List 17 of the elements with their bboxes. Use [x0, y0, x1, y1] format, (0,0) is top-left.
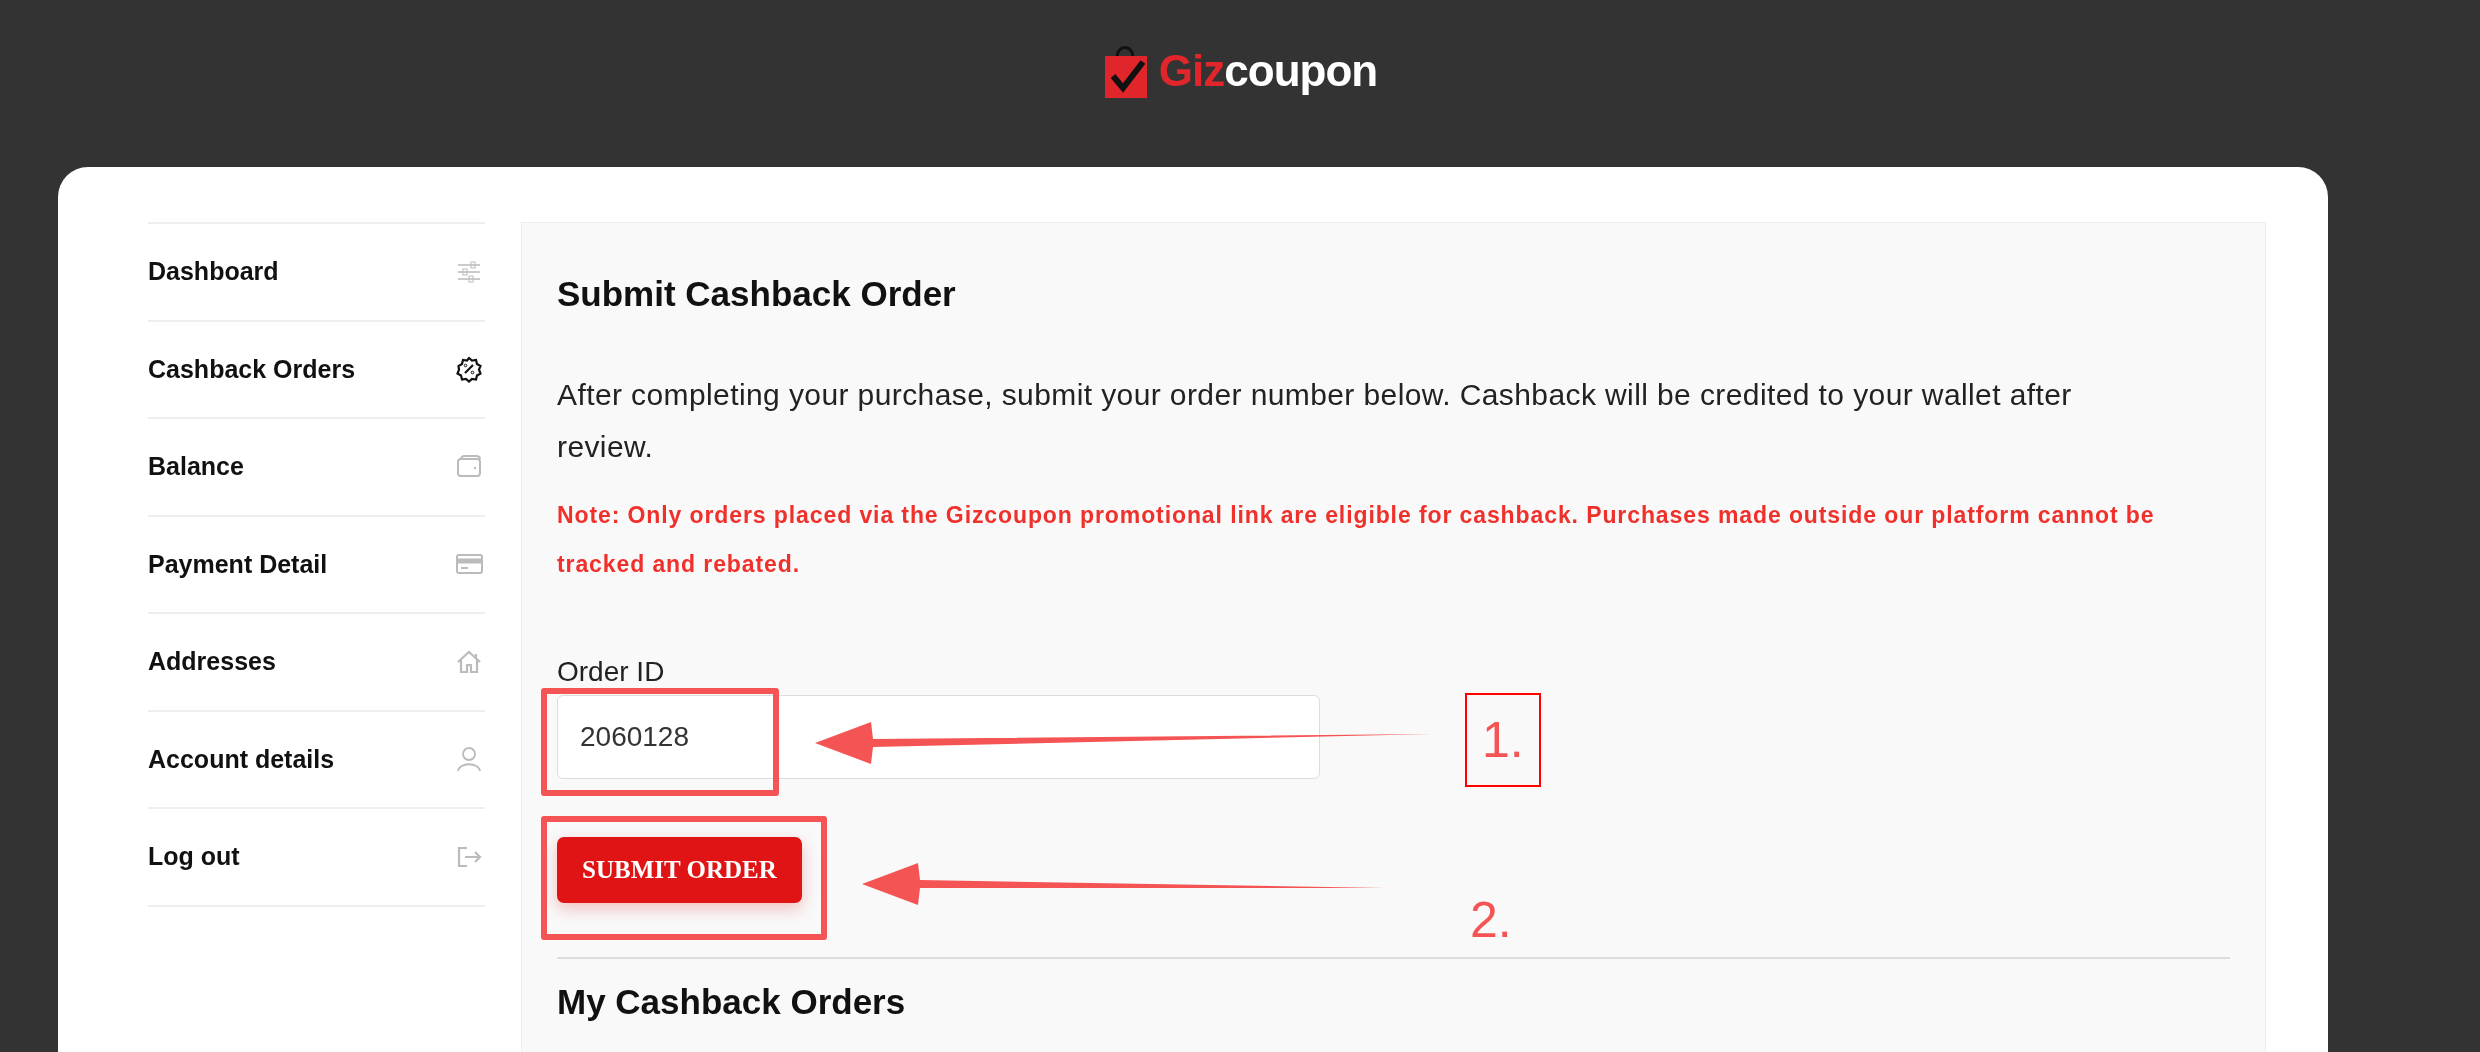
- section-title: My Cashback Orders: [557, 980, 906, 1023]
- section-title: Submit Cashback Order: [557, 273, 957, 315]
- cashback-note: Note: Only orders placed via the Gizcoupon promotional link are eligible for cashback. Purchases made outside our platform cannot be tracked and rebated.: [557, 501, 2156, 579]
- intro-paragraph: After completing your purchase, submit your order number below. Cashback will be credited to your wallet after review.: [557, 377, 2073, 465]
- field-label: Order ID: [557, 655, 666, 689]
- logo-text[interactable]: Gizcoupon: [1158, 49, 1378, 93]
- sidebar-item[interactable]: Dashboard: [148, 224, 485, 322]
- step-label: 2.: [1470, 895, 1512, 945]
- order-id-field[interactable]: 2060128: [557, 695, 1320, 779]
- sidebar-item[interactable]: Payment Detail: [148, 516, 485, 614]
- sidebar-item[interactable]: Cashback Orders: [148, 321, 485, 419]
- sidebar-item[interactable]: Account details: [148, 711, 485, 809]
- step-label: 1.: [1465, 693, 1541, 787]
- sidebar-item[interactable]: Addresses: [148, 614, 485, 712]
- sidebar-item[interactable]: Balance: [148, 419, 485, 517]
- submit-order-button[interactable]: SUBMIT ORDER: [557, 837, 802, 903]
- sidebar-item[interactable]: Log out: [148, 809, 485, 907]
